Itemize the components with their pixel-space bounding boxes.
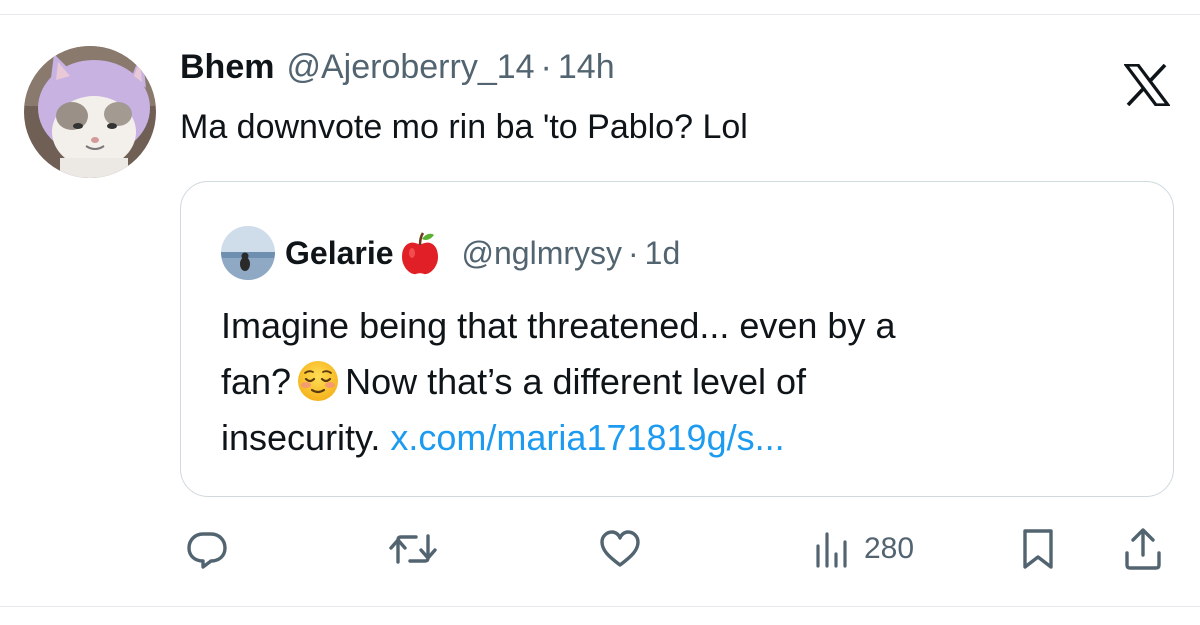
quoted-text-fan: fan? <box>221 361 292 402</box>
x-logo-icon[interactable] <box>1122 63 1172 107</box>
quoted-tweet-time[interactable]: 1d <box>645 235 681 272</box>
quoted-tweet-card[interactable]: Gelarie @nglmrysy · 1d Imagine being tha… <box>180 181 1174 497</box>
quoted-author-name[interactable]: Gelarie <box>285 235 394 272</box>
relieved-face-emoji <box>297 360 339 402</box>
quoted-author-avatar[interactable] <box>221 226 275 280</box>
share-icon <box>1122 527 1164 571</box>
bottom-divider <box>0 606 1200 607</box>
quoted-text-continuation: Now that’s a different level of <box>345 361 807 402</box>
quoted-tweet-header: Gelarie @nglmrysy · 1d <box>221 226 680 280</box>
quoted-tweet-text: Imagine being that threatened... even by… <box>221 298 1121 466</box>
quoted-text-line-3: insecurity. x.com/maria171819g/s... <box>221 410 1121 466</box>
reply-icon <box>186 528 228 570</box>
bookmark-button[interactable] <box>1020 524 1056 574</box>
quoted-text-line-1: Imagine being that threatened... even by… <box>221 305 896 346</box>
quoted-separator-dot: · <box>628 234 639 271</box>
retweet-icon <box>388 528 438 570</box>
views-icon <box>812 528 852 570</box>
author-handle[interactable]: @Ajeroberry_14 <box>286 48 534 87</box>
top-divider <box>0 14 1200 15</box>
reply-button[interactable] <box>186 524 228 574</box>
quoted-author-handle[interactable]: @nglmrysy <box>462 235 623 272</box>
like-icon <box>598 528 642 570</box>
tweet-time[interactable]: 14h <box>558 48 615 87</box>
author-name[interactable]: Bhem <box>180 48 274 87</box>
tweet-text: Ma downvote mo rin ba 'to Pablo? Lol <box>180 108 748 146</box>
bookmark-icon <box>1020 527 1056 571</box>
separator-dot: · <box>540 48 552 86</box>
quoted-text-insecurity: insecurity. <box>221 417 381 458</box>
quoted-text-line-2: fan? Now that’s a different level of <box>221 354 1121 410</box>
views-button[interactable]: 280 <box>812 524 914 574</box>
red-apple-emoji <box>400 231 440 275</box>
action-bar: 280 <box>0 524 1200 574</box>
like-button[interactable] <box>598 524 642 574</box>
share-button[interactable] <box>1122 524 1164 574</box>
author-avatar[interactable] <box>24 46 156 178</box>
tweet-header: Bhem @Ajeroberry_14 · 14h <box>180 48 615 88</box>
views-count: 280 <box>864 532 915 565</box>
quoted-link[interactable]: x.com/maria171819g/s... <box>390 417 784 458</box>
retweet-button[interactable] <box>388 524 438 574</box>
